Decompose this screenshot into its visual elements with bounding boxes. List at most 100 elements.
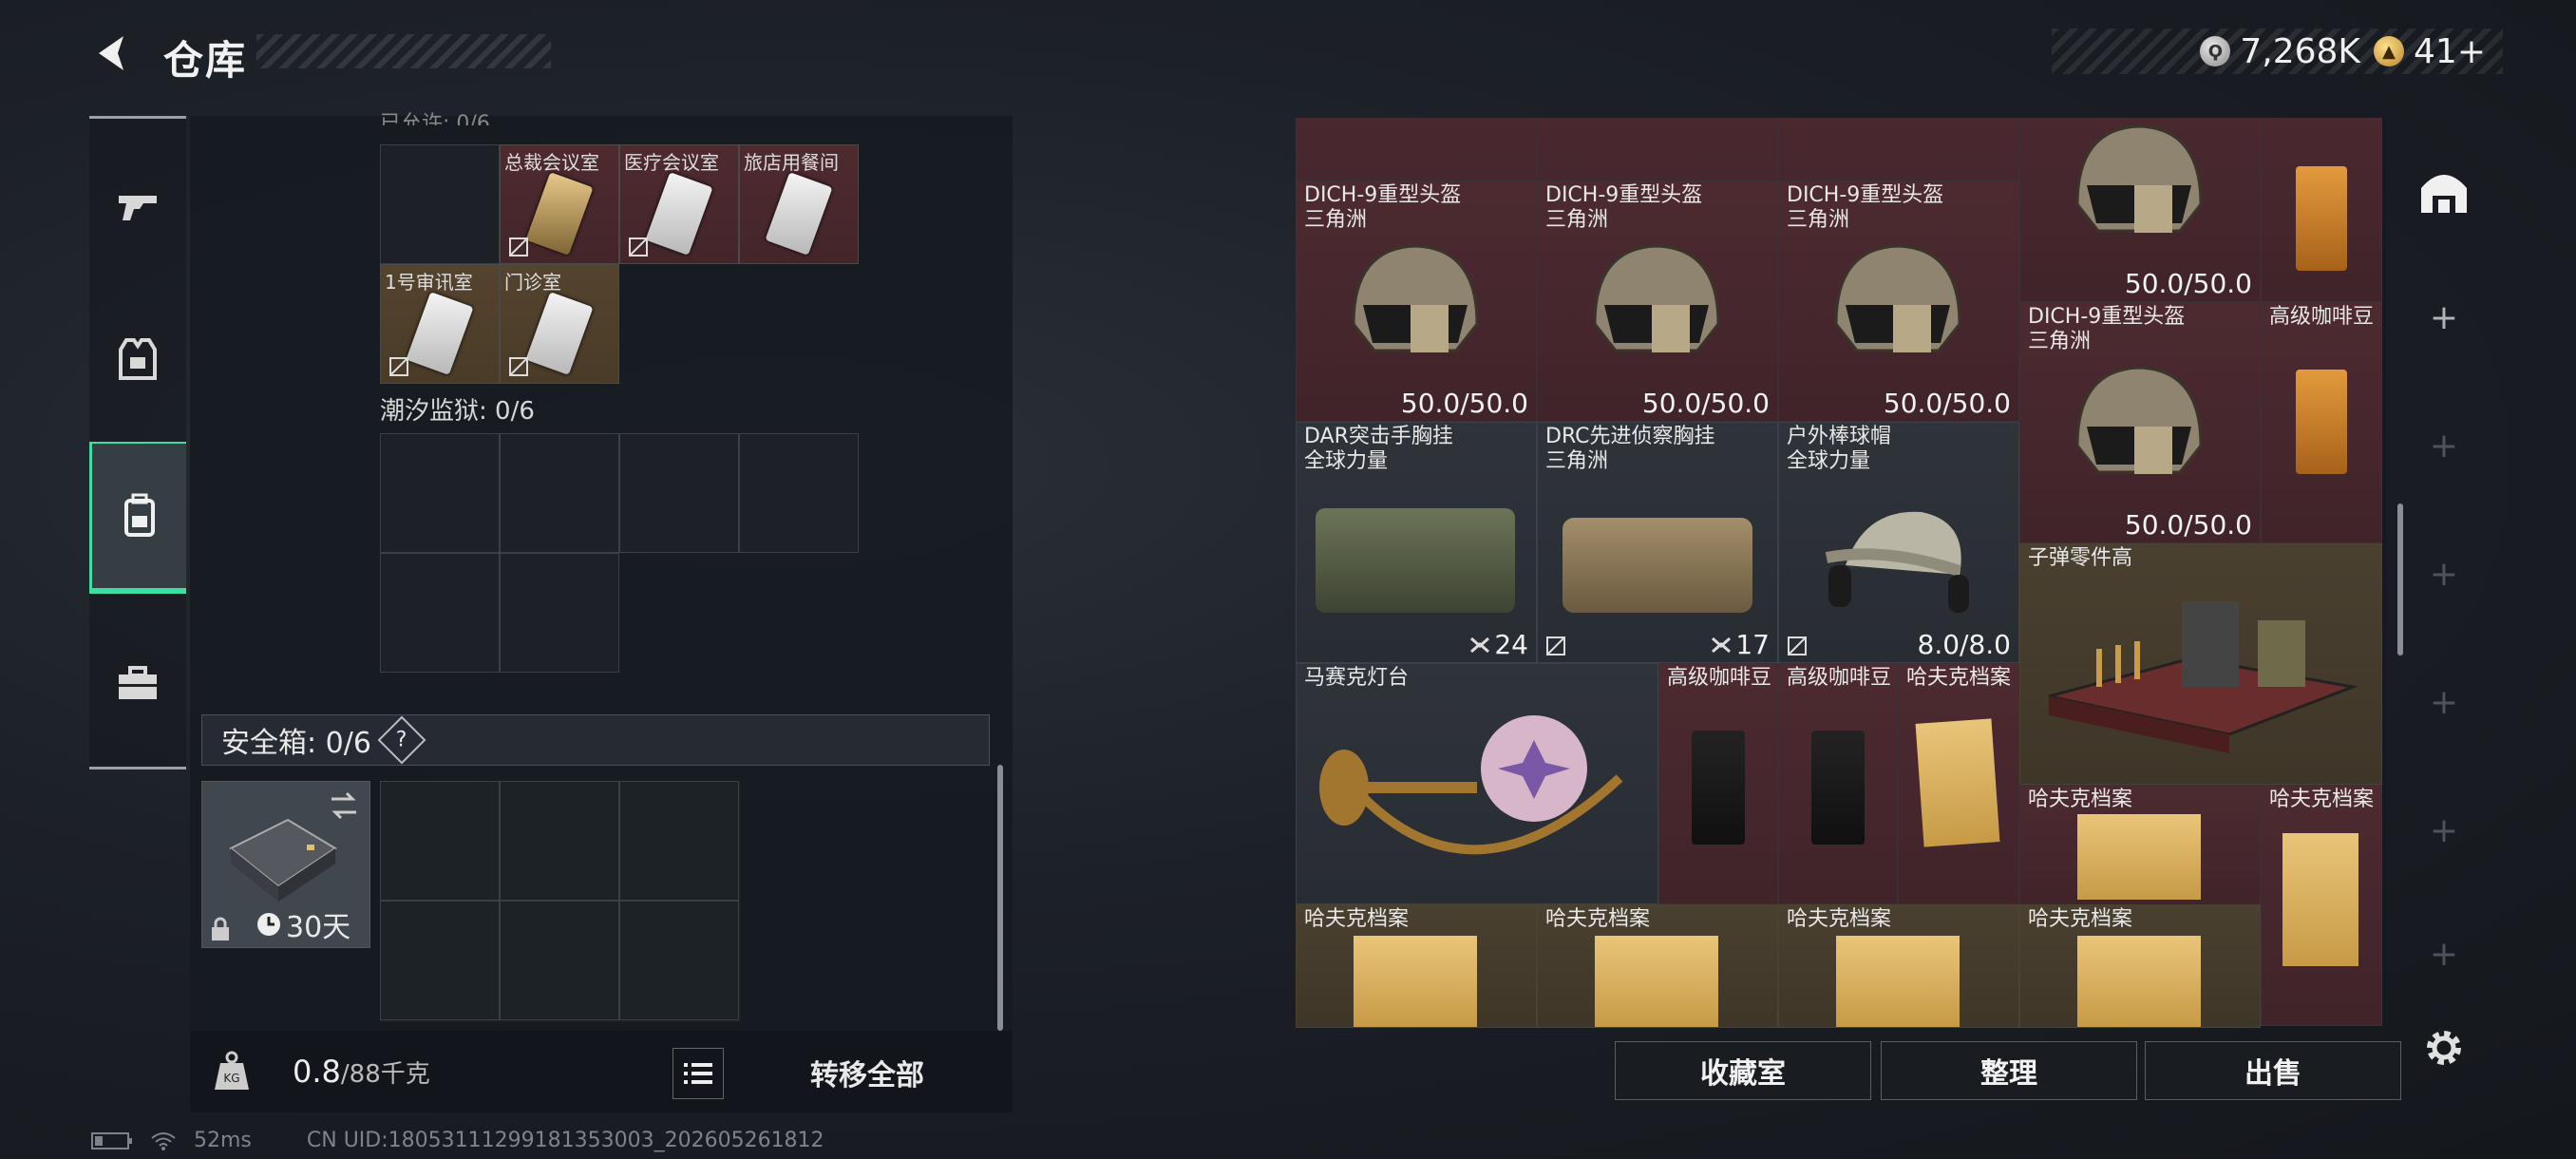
helmet-image — [2075, 124, 2203, 233]
back-arrow-icon — [99, 36, 123, 70]
coffee-beans-item[interactable]: 高级咖啡豆 — [2261, 302, 2382, 543]
no-trade-icon — [509, 357, 528, 376]
add-tab-button[interactable]: + — [2408, 526, 2480, 621]
weight-bar: KG 0.8/88千克 转移全部 — [190, 1031, 1013, 1112]
coffee-bag-image — [2296, 166, 2347, 271]
keycard-item[interactable]: 1号审讯室 — [380, 264, 500, 384]
archive-item[interactable]: 哈夫克档案 — [2019, 785, 2261, 906]
empty-slot[interactable] — [380, 901, 500, 1020]
no-trade-icon — [629, 238, 648, 256]
empty-slot[interactable] — [619, 781, 739, 901]
chest-rig-item[interactable]: DAR突击手胸挂 全球力量 24 — [1296, 422, 1537, 663]
list-icon — [684, 1063, 712, 1084]
empty-slot[interactable] — [619, 433, 739, 553]
page-title: 仓库 — [163, 37, 248, 84]
folder-image — [1915, 718, 2000, 847]
keycard-item[interactable]: 总裁会议室 — [500, 144, 619, 264]
coffee-beans-item[interactable]: 高级咖啡豆 — [1778, 663, 1898, 904]
chest-rig-item[interactable]: DRC先进侦察胸挂 三角洲 17 — [1537, 422, 1778, 663]
bullet-parts-image — [2048, 601, 2358, 753]
folder-image — [2282, 833, 2358, 966]
inventory-panel: 50.0/50.0 50.0/50.0 50.0/50.0 50.0/50.0 … — [1296, 118, 2386, 1028]
empty-slot[interactable] — [500, 781, 619, 901]
keycard-image — [765, 172, 833, 256]
mosaic-lamp-item[interactable]: 马赛克灯台 — [1296, 663, 1658, 904]
empty-slot[interactable] — [619, 901, 739, 1020]
helmet-item[interactable]: DICH-9重型头盔 三角洲 50.0/50.0 — [2019, 302, 2261, 543]
helmet-image — [1593, 244, 1720, 352]
add-tab-button[interactable]: + — [2408, 783, 2480, 878]
svg-text:KG: KG — [223, 1072, 239, 1085]
keycard-item[interactable]: 旅店用餐间 — [739, 144, 859, 264]
left-scrollbar[interactable] — [997, 765, 1003, 1031]
keycard-item[interactable]: 医疗会议室 — [619, 144, 739, 264]
help-button[interactable]: ? — [377, 715, 426, 765]
add-tab-button[interactable]: + — [2408, 270, 2480, 365]
safebox-item[interactable]: 30天 — [201, 781, 370, 948]
silver-coin-icon: Ϙ — [2200, 36, 2231, 66]
empty-slot[interactable] — [500, 901, 619, 1020]
add-tab-button[interactable]: + — [2408, 655, 2480, 750]
sell-button[interactable]: 出售 — [2145, 1041, 2401, 1100]
safebox-header: 安全箱: 0/6 ? — [201, 714, 990, 766]
archive-item[interactable]: 哈夫克档案 — [2019, 904, 2261, 1028]
empty-slot[interactable] — [380, 144, 500, 264]
add-tab-button[interactable]: + — [2408, 906, 2480, 1001]
storage-tabs: + + + + + + — [2408, 118, 2484, 1028]
lock-icon — [212, 917, 229, 940]
no-trade-icon — [1788, 636, 1807, 656]
toolbox-icon — [119, 666, 157, 699]
folder-image — [2077, 936, 2201, 1027]
nav-weapons[interactable] — [89, 136, 186, 278]
main-storage-tab[interactable] — [2408, 144, 2480, 239]
helmet-item[interactable]: DICH-9重型头盔 三角洲 50.0/50.0 — [1296, 180, 1537, 422]
helmet-item[interactable]: 50.0/50.0 — [2019, 118, 2261, 302]
empty-slot[interactable] — [380, 553, 500, 673]
clock-icon — [257, 913, 280, 936]
baseball-cap-item[interactable]: 户外棒球帽 全球力量 8.0/8.0 — [1778, 422, 2019, 663]
empty-slot[interactable] — [380, 433, 500, 553]
transfer-all-button[interactable]: 转移全部 — [731, 1040, 1003, 1105]
gold-currency[interactable]: ▲ 41+ — [2374, 32, 2486, 71]
prison-label: 潮汐监狱: 0/6 — [380, 397, 535, 426]
nav-toolbox[interactable] — [89, 613, 186, 755]
folder-image — [2077, 814, 2201, 900]
helmet-item[interactable]: DICH-9重型头盔 三角洲 50.0/50.0 — [1537, 180, 1778, 422]
helmet-item[interactable]: DICH-9重型头盔 三角洲 50.0/50.0 — [1778, 180, 2019, 422]
archive-item[interactable]: 哈夫克档案 — [2261, 785, 2382, 1026]
archive-item[interactable]: 哈夫克档案 — [1537, 904, 1778, 1028]
organize-button[interactable]: 整理 — [1881, 1041, 2137, 1100]
silver-currency[interactable]: Ϙ 7,268K — [2200, 32, 2360, 71]
add-tab-button[interactable]: + — [2408, 398, 2480, 493]
coffee-beans-item[interactable] — [2261, 118, 2382, 302]
folder-image — [1836, 936, 1960, 1027]
rig-image — [1563, 518, 1752, 613]
keycard-item[interactable]: 门诊室 — [500, 264, 619, 384]
bullet-parts-item[interactable]: 子弹零件高 — [2019, 543, 2382, 785]
category-nav — [89, 116, 186, 770]
keycard-image — [406, 292, 474, 375]
nav-backpack[interactable] — [89, 442, 186, 594]
status-bar: 52ms CN UID:18053111299181353003_2026052… — [91, 1129, 824, 1152]
nav-armor[interactable] — [89, 288, 186, 430]
safebox-grid — [380, 781, 741, 1022]
empty-slot[interactable] — [739, 433, 859, 553]
empty-slot[interactable] — [500, 553, 619, 673]
archive-item[interactable]: 哈夫克档案 — [1296, 904, 1537, 1028]
uid-text: CN UID:18053111299181353003_202605261812 — [306, 1129, 824, 1152]
swap-icon — [331, 791, 356, 820]
archive-item[interactable]: 哈夫克档案 — [1898, 663, 2019, 904]
back-button[interactable] — [84, 27, 141, 80]
collection-room-button[interactable]: 收藏室 — [1615, 1041, 1871, 1100]
coffee-beans-item[interactable]: 高级咖啡豆 — [1658, 663, 1778, 904]
archive-item[interactable]: 哈夫克档案 — [1778, 904, 2019, 1028]
lamp-image — [1319, 715, 1623, 855]
armor-vest-icon — [119, 338, 157, 380]
list-view-button[interactable] — [672, 1048, 724, 1099]
empty-slot[interactable] — [380, 781, 500, 901]
empty-slot[interactable] — [500, 433, 619, 553]
coffee-bag-image — [1811, 731, 1865, 845]
safebox-timer: 30天 — [286, 911, 351, 944]
settings-button[interactable] — [2420, 1024, 2468, 1072]
right-scrollbar[interactable] — [2397, 504, 2403, 656]
